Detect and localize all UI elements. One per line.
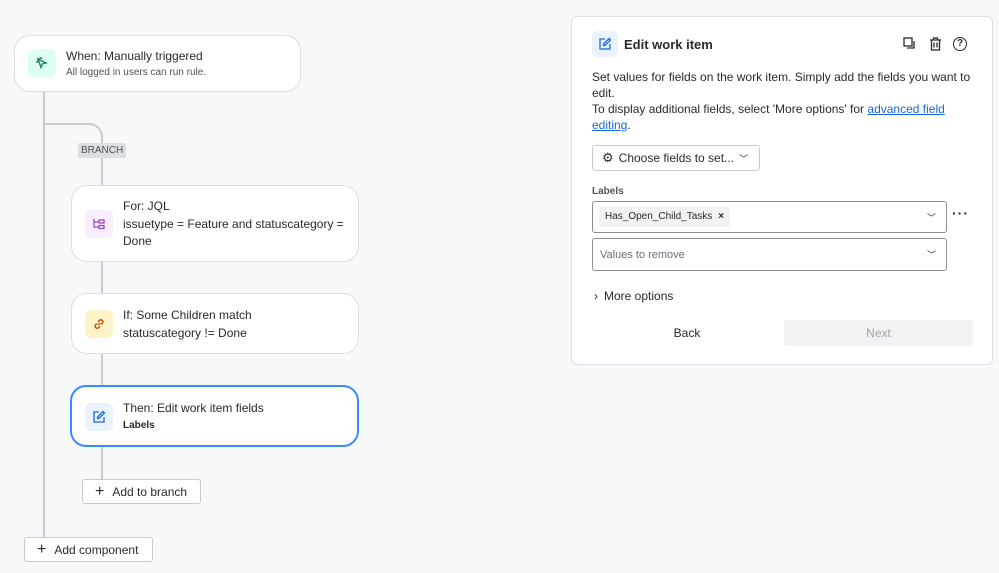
description-line-1: Set values for fields on the work item. …: [592, 70, 971, 100]
labels-add-select[interactable]: Has_Open_Child_Tasks × ﹀: [592, 201, 947, 233]
if-condition-node[interactable]: If: Some Children match statuscategory !…: [71, 293, 359, 354]
trigger-subtitle: All logged in users can run rule.: [66, 67, 207, 78]
more-actions-icon[interactable]: ···: [952, 205, 969, 221]
if-condition: statuscategory != Done: [123, 326, 247, 340]
gear-icon: ⚙: [602, 150, 614, 165]
for-jql: issuetype = Feature and statuscategory =…: [123, 217, 344, 248]
labels-heading: Labels: [592, 186, 624, 197]
panel-title: Edit work item: [624, 37, 713, 52]
back-button[interactable]: Back: [592, 320, 782, 346]
add-component-label: Add component: [54, 542, 139, 557]
add-component-button[interactable]: + Add component: [24, 537, 153, 562]
cursor-icon: [28, 49, 56, 77]
connector-line: [43, 91, 45, 548]
description-text: To display additional fields, select 'Mo…: [592, 102, 868, 116]
more-options-label: More options: [604, 289, 674, 303]
chevron-right-icon: ›: [594, 289, 598, 303]
label-tag-text: Has_Open_Child_Tasks: [605, 211, 713, 222]
trigger-node[interactable]: When: Manually triggered All logged in u…: [14, 35, 301, 92]
edit-work-item-panel: Edit work item ? Set values for fields o…: [571, 16, 993, 365]
label-tag: Has_Open_Child_Tasks ×: [599, 207, 731, 227]
add-to-branch-button[interactable]: + Add to branch: [82, 479, 201, 504]
edit-icon: [592, 31, 618, 57]
values-to-remove-select[interactable]: Values to remove ﹀: [592, 238, 947, 271]
link-icon: [85, 310, 113, 338]
trigger-title: When: Manually triggered: [66, 49, 203, 63]
branch-icon: [85, 210, 113, 238]
chevron-down-icon: ﹀: [926, 250, 936, 260]
chevron-down-icon: ﹀: [926, 213, 936, 223]
panel-description: Set values for fields on the work item. …: [592, 69, 977, 133]
for-jql-node[interactable]: For: JQL issuetype = Feature and statusc…: [71, 185, 359, 262]
next-button[interactable]: Next: [784, 320, 973, 346]
chevron-down-icon: ﹀: [739, 153, 749, 164]
branch-label: BRANCH: [78, 143, 127, 158]
more-options-toggle[interactable]: › More options: [594, 289, 673, 303]
plus-icon: +: [95, 482, 105, 500]
choose-fields-button[interactable]: ⚙ Choose fields to set... ﹀: [592, 145, 760, 171]
description-line-2: To display additional fields, select 'Mo…: [592, 101, 977, 133]
add-to-branch-label: Add to branch: [112, 484, 188, 499]
trash-icon[interactable]: [929, 37, 942, 51]
edit-icon: [85, 403, 113, 431]
then-subtitle: Labels: [123, 420, 155, 431]
then-title: Then: Edit work item fields: [123, 401, 264, 415]
help-icon[interactable]: ?: [953, 37, 967, 51]
duplicate-icon[interactable]: [903, 37, 916, 50]
if-title: If: Some Children match: [123, 308, 252, 322]
remove-tag-icon[interactable]: ×: [718, 207, 724, 227]
then-action-node[interactable]: Then: Edit work item fields Labels: [70, 385, 359, 447]
plus-icon: +: [37, 540, 47, 558]
description-suffix: .: [627, 118, 631, 132]
choose-fields-label: Choose fields to set...: [618, 151, 735, 165]
values-to-remove-placeholder: Values to remove: [600, 249, 685, 261]
for-title: For: JQL: [123, 199, 170, 213]
